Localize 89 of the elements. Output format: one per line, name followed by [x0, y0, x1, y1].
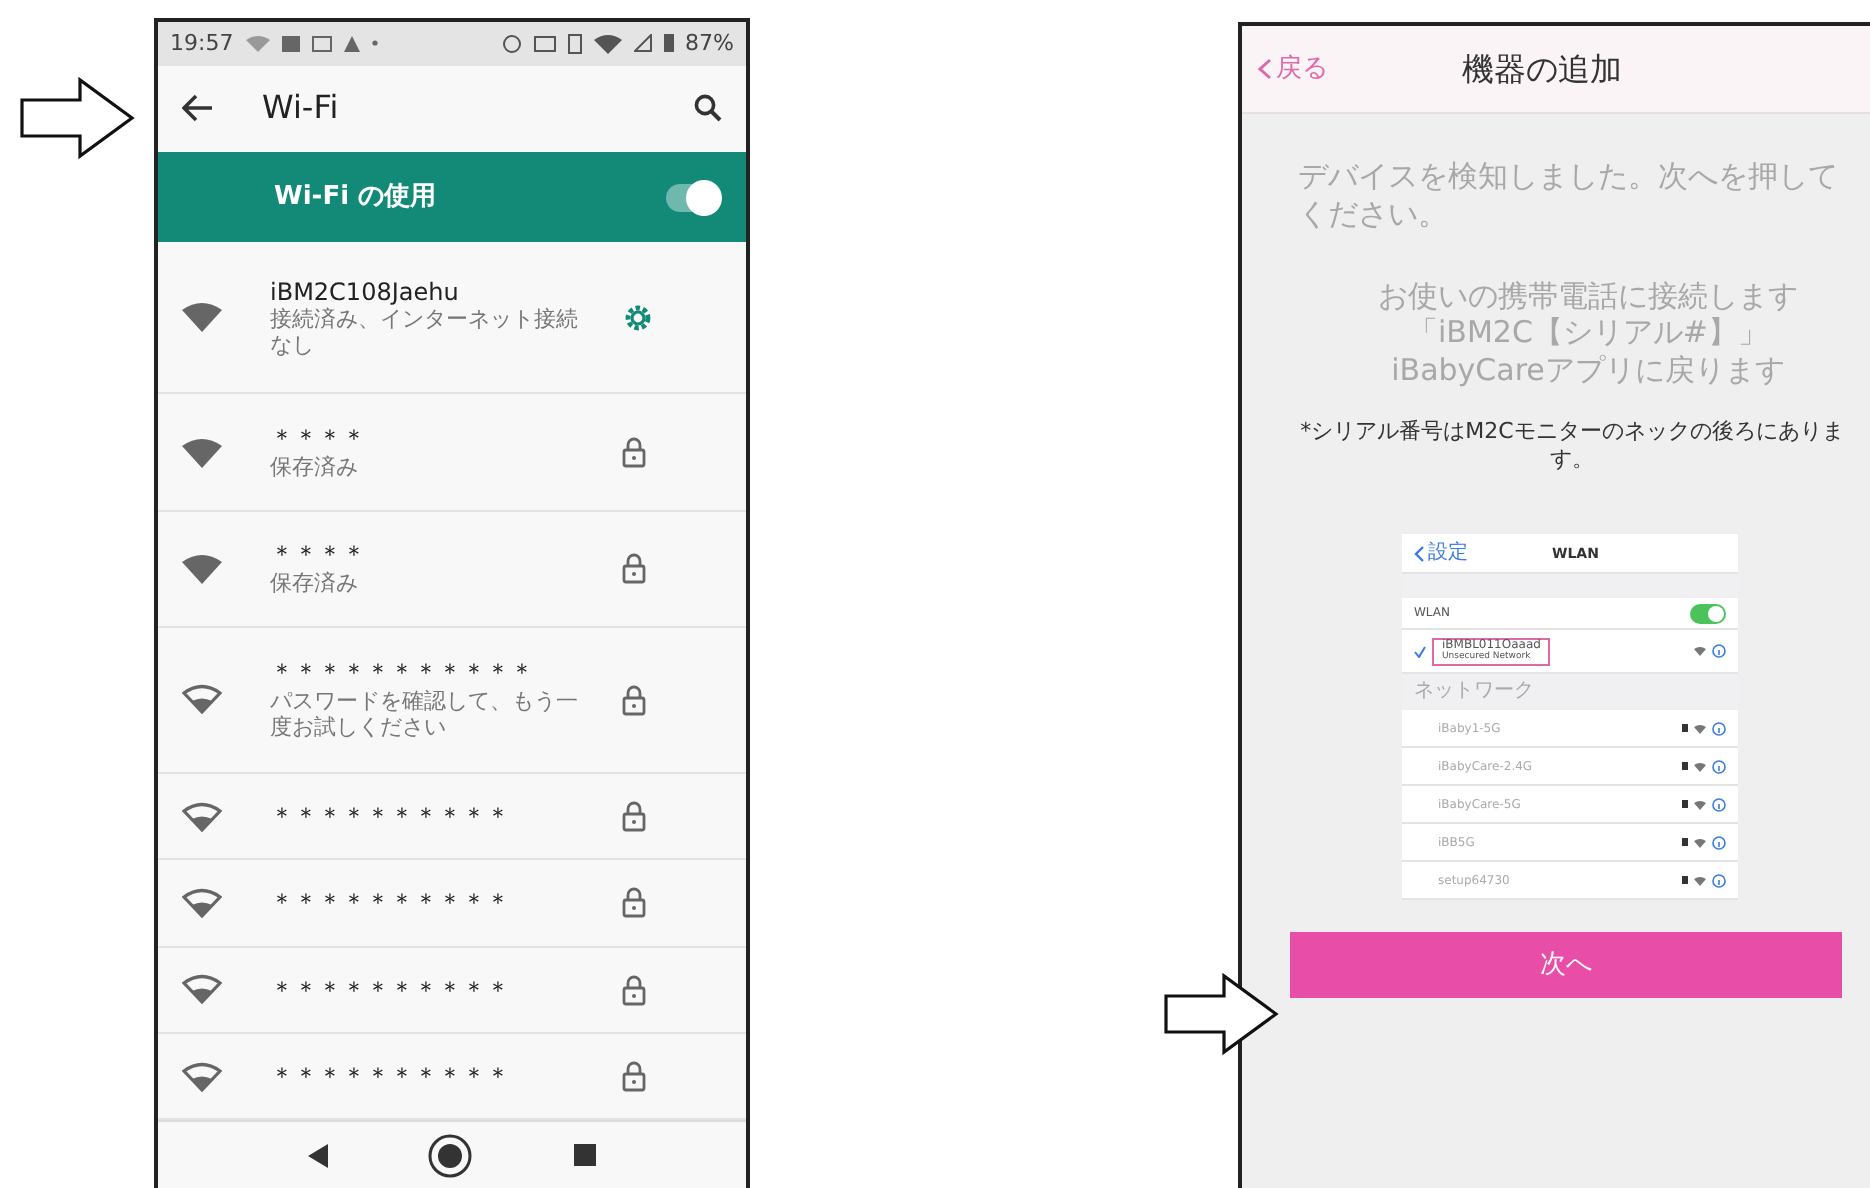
- lock-icon: [622, 1060, 646, 1093]
- network-item[interactable]: ＊＊＊＊ 保存済み: [158, 394, 746, 512]
- detection-message: デバイスを検知しました。次へを押してください。: [1298, 158, 1840, 233]
- wifi-signal-icon: [182, 684, 222, 715]
- wifi-signal-icon: [182, 437, 222, 468]
- search-button[interactable]: [694, 94, 722, 123]
- wifi-icon: [1694, 723, 1706, 734]
- lock-icon: [622, 973, 646, 1006]
- wifi-signal-icon: [182, 974, 222, 1005]
- network-name: ＊＊＊＊＊＊＊＊＊＊: [270, 975, 512, 1005]
- screen-title: Wi-Fi: [262, 86, 341, 131]
- screen-title: 機器の追加: [1462, 47, 1622, 91]
- back-button[interactable]: [182, 94, 214, 123]
- lock-icon: [622, 552, 646, 585]
- info-icon[interactable]: [1712, 797, 1726, 812]
- wifi-icon: [1694, 799, 1706, 810]
- serial-note: *シリアル番号はM2Cモニターのネックの後ろにあります。: [1298, 417, 1846, 475]
- info-icon[interactable]: [1712, 644, 1726, 659]
- network-item[interactable]: ＊＊＊＊＊＊＊＊＊＊: [158, 947, 746, 1035]
- lock-icon: [1682, 876, 1688, 885]
- wifi-icon: [1694, 646, 1706, 657]
- instruction-line: iBabyCareアプリに戻ります: [1389, 352, 1787, 390]
- chevron-left-icon: [1258, 58, 1272, 80]
- wifi-switch[interactable]: [666, 183, 718, 212]
- wifi-signal-icon: [182, 302, 222, 333]
- toggle-label: Wi-Fi の使用: [274, 180, 439, 217]
- lock-icon: [622, 800, 646, 833]
- settings-icon[interactable]: [622, 301, 654, 334]
- network-status: 保存済み: [270, 453, 360, 480]
- network-name: ＊＊＊＊＊＊＊＊＊＊: [270, 801, 512, 831]
- lock-icon: [622, 683, 646, 716]
- search-icon: [694, 94, 722, 123]
- image-icon: [281, 35, 300, 52]
- info-icon[interactable]: [1712, 721, 1726, 736]
- wifi-icon: [245, 34, 270, 53]
- network-item[interactable]: ＊＊＊＊＊＊＊＊＊＊: [158, 773, 746, 861]
- network-item[interactable]: ＊＊＊＊＊＊＊＊＊＊: [158, 860, 746, 948]
- dot-icon: [371, 40, 378, 47]
- recents-nav-icon[interactable]: [573, 1144, 596, 1167]
- status-time: 19:57: [170, 27, 234, 60]
- network-name: ＊＊＊＊＊＊＊＊＊＊: [270, 888, 512, 918]
- chevron-left-icon: [1414, 545, 1424, 562]
- info-icon[interactable]: [1712, 873, 1726, 888]
- info-icon[interactable]: [1712, 835, 1726, 850]
- wifi-signal-icon: [182, 1061, 222, 1092]
- callout-arrow: [20, 76, 136, 162]
- network-name: ＊＊＊＊: [270, 424, 368, 454]
- network-name: ＊＊＊＊＊＊＊＊＊＊＊: [270, 658, 536, 688]
- network-item[interactable]: ＊＊＊＊＊＊＊＊＊＊＊ パスワードを確認して、もう一度お試しください: [158, 627, 746, 774]
- lock-icon: [1682, 800, 1688, 809]
- screen-icon: [533, 35, 556, 52]
- wifi-icon: [593, 33, 622, 54]
- lock-icon: [622, 436, 646, 469]
- wifi-signal-icon: [182, 887, 222, 918]
- vibrate-icon: [567, 33, 582, 54]
- mail-icon: [311, 35, 332, 52]
- instruction-line: 「iBM2C【シリアル#】」: [1406, 314, 1770, 352]
- network-item[interactable]: iBM2C108Jaehu 接続済み、インターネット接続なし: [158, 242, 746, 395]
- network-status: 保存済み: [270, 569, 360, 597]
- wifi-icon: [1694, 875, 1706, 886]
- home-nav-icon[interactable]: [428, 1133, 473, 1178]
- network-name: iBM2C108Jaehu: [270, 277, 461, 306]
- inset-back-link[interactable]: 設定: [1414, 538, 1468, 569]
- network-item[interactable]: ＊＊＊＊ 保存済み: [158, 511, 746, 628]
- network-status: パスワードを確認して、もう一度お試しください: [270, 687, 580, 741]
- back-arrow-icon: [182, 94, 214, 123]
- lock-icon: [1682, 838, 1688, 847]
- section-label: ネットワーク: [1412, 678, 1536, 707]
- warning-icon: [343, 35, 360, 52]
- lock-icon: [622, 886, 646, 919]
- network-status: 接続済み、インターネット接続なし: [270, 305, 580, 359]
- network-item[interactable]: ＊＊＊＊＊＊＊＊＊＊: [158, 1034, 746, 1121]
- wifi-icon: [1694, 761, 1706, 772]
- info-icon[interactable]: [1712, 759, 1726, 774]
- wifi-signal-icon: [182, 801, 222, 832]
- network-name: ＊＊＊＊: [270, 540, 368, 570]
- signal-icon: [633, 34, 652, 53]
- network-name: ＊＊＊＊＊＊＊＊＊＊: [270, 1062, 512, 1091]
- instruction-line: お使いの携帯電話に接続します: [1376, 277, 1800, 315]
- wlan-switch[interactable]: [1690, 603, 1726, 624]
- back-nav-icon[interactable]: [308, 1143, 329, 1168]
- battery-icon: [663, 34, 674, 53]
- lock-icon: [1682, 724, 1688, 733]
- battery-percent: 87%: [685, 27, 734, 60]
- wifi-icon: [1694, 837, 1706, 848]
- ring-icon: [501, 33, 522, 54]
- callout-arrow: [1164, 972, 1280, 1058]
- lock-icon: [1682, 762, 1688, 771]
- wifi-signal-icon: [182, 553, 222, 584]
